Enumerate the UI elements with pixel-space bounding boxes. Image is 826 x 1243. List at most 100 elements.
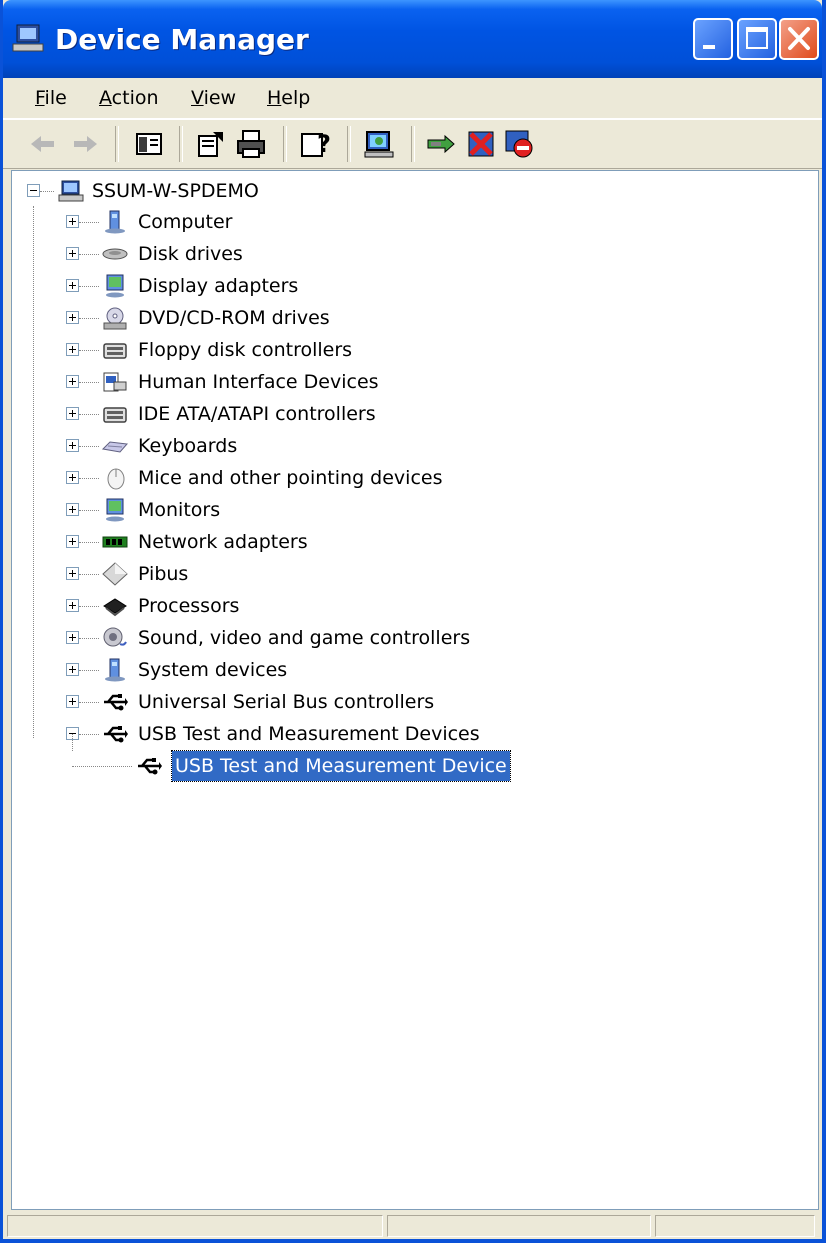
expand-button[interactable] (66, 407, 79, 420)
toolbar-separator (283, 126, 287, 162)
maximize-button[interactable] (737, 18, 777, 60)
expand-button[interactable] (66, 567, 79, 580)
svg-text:?: ? (317, 130, 331, 158)
back-arrow-icon[interactable] (27, 128, 59, 160)
tree-category-label: Computer (138, 211, 233, 233)
expand-button[interactable] (66, 247, 79, 260)
tree-category-label: System devices (138, 659, 288, 681)
tree-category-label: Network adapters (138, 531, 308, 553)
tree-category-row[interactable]: Network adapters (12, 527, 812, 557)
computer-icon (12, 24, 44, 52)
tree-category-row[interactable]: Processors (12, 591, 812, 621)
minimize-button[interactable] (693, 18, 733, 60)
expand-button[interactable] (66, 375, 79, 388)
expand-button[interactable] (66, 311, 79, 324)
expand-button[interactable] (66, 503, 79, 516)
expand-button[interactable] (66, 631, 79, 644)
tree-line (79, 734, 99, 735)
tree-category-row[interactable]: Disk drives (12, 239, 812, 269)
tree-category-label: Display adapters (138, 275, 299, 297)
expand-button[interactable] (66, 663, 79, 676)
tree-category-row[interactable]: Pibus (12, 559, 812, 589)
tree-line (79, 318, 99, 319)
tree-line (72, 766, 132, 767)
tree-line (72, 734, 73, 751)
tree-line (79, 510, 99, 511)
tree-line (79, 286, 99, 287)
tree-category-row[interactable]: Display adapters (12, 271, 812, 301)
maximize-icon (746, 27, 768, 49)
scan-hardware-icon[interactable] (363, 128, 395, 160)
device-manager-window: Device Manager File Action View Help ? S… (0, 0, 826, 1243)
disable-icon[interactable] (503, 128, 535, 160)
tree-category-label: Sound, video and game controllers (138, 627, 471, 649)
tree-category-row[interactable]: Mice and other pointing devices (12, 463, 812, 493)
tree-line (79, 702, 99, 703)
tree-category-label: Processors (138, 595, 240, 617)
tree-line (79, 222, 99, 223)
expand-button[interactable] (66, 343, 79, 356)
tree-category-row[interactable]: Human Interface Devices (12, 367, 812, 397)
selected-device-label: USB Test and Measurement Device (171, 750, 511, 782)
forward-arrow-icon[interactable] (69, 128, 101, 160)
toolbar-separator (347, 126, 351, 162)
keyboard-icon (102, 441, 128, 453)
show-hide-console-tree-icon[interactable] (133, 128, 165, 160)
tree-category-row[interactable]: DVD/CD-ROM drives (12, 303, 812, 333)
expand-button[interactable] (66, 279, 79, 292)
tree-line (79, 542, 99, 543)
tree-category-label: Disk drives (138, 243, 243, 265)
display-adapter-icon (106, 274, 124, 298)
tree-category-row[interactable]: Floppy disk controllers (12, 335, 812, 365)
close-button[interactable] (779, 18, 819, 60)
status-pane (655, 1215, 815, 1237)
tree-category-row[interactable]: Sound, video and game controllers (12, 623, 812, 653)
expand-button[interactable] (66, 471, 79, 484)
expand-button[interactable] (66, 535, 79, 548)
collapse-root-button[interactable] (27, 184, 40, 197)
tree-category-label: Pibus (138, 563, 189, 585)
menu-bar: File Action View Help (3, 78, 822, 119)
usb-icon (104, 726, 128, 743)
tree-category-row[interactable]: USB Test and Measurement Devices (12, 719, 812, 749)
tree-category-row[interactable]: System devices (12, 655, 812, 685)
expand-button[interactable] (66, 599, 79, 612)
uninstall-icon[interactable] (465, 128, 497, 160)
expand-button[interactable] (66, 215, 79, 228)
tree-category-label: Monitors (138, 499, 221, 521)
tree-category-row[interactable]: Computer (12, 207, 812, 237)
dvd-drive-icon (103, 307, 127, 330)
tree-category-row[interactable]: Keyboards (12, 431, 812, 461)
tree-line (79, 414, 99, 415)
toolbar: ? (3, 119, 822, 169)
tree-category-row[interactable]: IDE ATA/ATAPI controllers (12, 399, 812, 429)
menu-view[interactable]: View (191, 78, 236, 118)
toolbar-separator (115, 126, 119, 162)
menu-action[interactable]: Action (99, 78, 159, 118)
tree-root-row[interactable]: SSUM-W-SPDEMO (12, 176, 812, 206)
window-title: Device Manager (55, 23, 309, 56)
computer-icon (58, 180, 84, 202)
processor-icon (103, 598, 127, 617)
pibus-icon (102, 562, 128, 586)
device-tree[interactable]: SSUM-W-SPDEMO Computer Disk drives Displ… (11, 170, 819, 1210)
expand-button[interactable] (66, 439, 79, 452)
tree-line (79, 350, 99, 351)
tree-category-row[interactable]: Universal Serial Bus controllers (12, 687, 812, 717)
toolbar-separator (411, 126, 415, 162)
properties-icon[interactable] (195, 128, 227, 160)
title-bar[interactable]: Device Manager (3, 0, 822, 78)
print-icon[interactable] (235, 128, 267, 160)
tree-category-label: Floppy disk controllers (138, 339, 353, 361)
tree-line (40, 191, 54, 192)
tree-category-label: Universal Serial Bus controllers (138, 691, 435, 713)
menu-help[interactable]: Help (267, 78, 310, 118)
help-icon[interactable]: ? (299, 128, 331, 160)
tree-device-row[interactable]: USB Test and Measurement Device (12, 750, 812, 782)
tree-category-label: Human Interface Devices (138, 371, 379, 393)
tree-line (79, 670, 99, 671)
menu-file[interactable]: File (35, 78, 67, 118)
update-driver-icon[interactable] (425, 128, 457, 160)
tree-category-row[interactable]: Monitors (12, 495, 812, 525)
expand-button[interactable] (66, 695, 79, 708)
